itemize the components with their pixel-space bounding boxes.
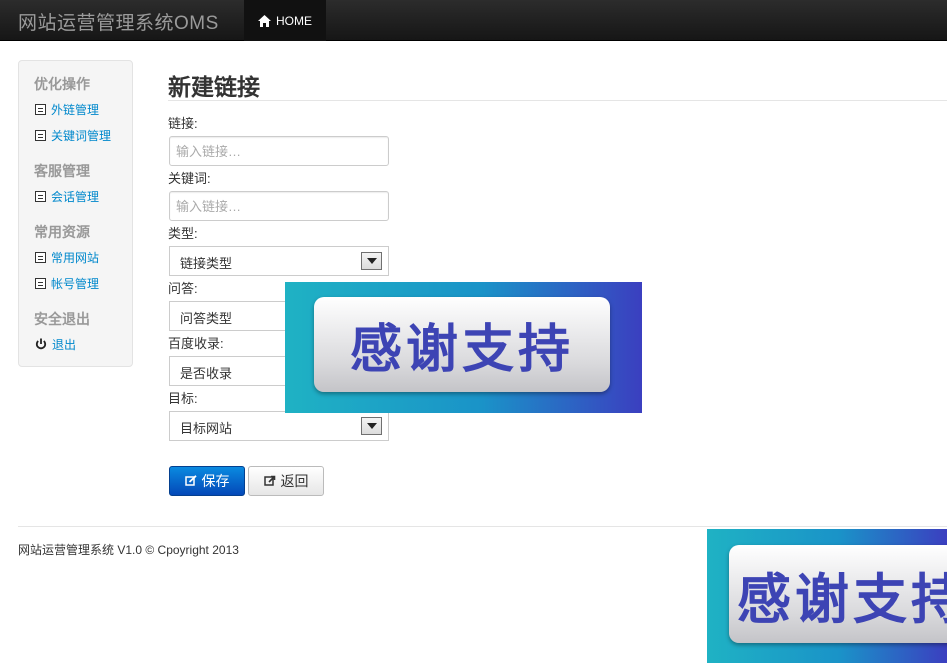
brand-title[interactable]: 网站运营管理系统OMS — [18, 8, 219, 35]
page-title: 新建链接 — [168, 74, 260, 100]
power-icon — [35, 338, 47, 350]
qa-label: 问答: — [168, 281, 198, 296]
sidebar: 优化操作 外链管理 关键词管理 客服管理 会话管理 常用资源 常用网站 帐号管理… — [18, 60, 133, 367]
sidebar-header-logout: 安全退出 — [34, 311, 90, 327]
target-select[interactable]: 目标网站 — [169, 411, 389, 441]
sidebar-item-sessions[interactable]: 会话管理 — [35, 187, 99, 205]
type-label: 类型: — [168, 226, 198, 241]
sidebar-item-logout[interactable]: 退出 — [35, 335, 76, 353]
sidebar-header-customer-service: 客服管理 — [34, 163, 90, 179]
sidebar-item-accounts[interactable]: 帐号管理 — [35, 274, 99, 292]
thanks-banner-corner: 感谢支持 — [707, 529, 947, 663]
back-button-label: 返回 — [280, 473, 309, 489]
type-select-value: 链接类型 — [180, 256, 233, 271]
baidu-index-label: 百度收录: — [168, 336, 224, 351]
share-icon — [263, 475, 275, 486]
title-divider — [168, 100, 947, 101]
sidebar-item-label: 关键词管理 — [51, 128, 112, 143]
home-icon — [258, 14, 271, 27]
target-select-value: 目标网站 — [180, 421, 233, 436]
list-icon — [35, 277, 46, 289]
keyword-label: 关键词: — [168, 171, 211, 186]
sidebar-item-keywords[interactable]: 关键词管理 — [35, 126, 111, 144]
sidebar-item-label: 常用网站 — [51, 250, 100, 265]
list-icon — [35, 251, 46, 263]
thanks-banner-text: 感谢支持 — [314, 297, 610, 392]
link-input[interactable] — [169, 136, 389, 166]
sidebar-item-label: 帐号管理 — [51, 276, 100, 291]
footer-copyright: 网站运营管理系统 V1.0 © Cpoyright 2013 — [18, 543, 239, 557]
thanks-banner: 感谢支持 — [285, 282, 642, 413]
nav-home-link[interactable]: HOME — [244, 0, 326, 41]
sidebar-header-optimization: 优化操作 — [34, 76, 90, 92]
sidebar-item-label: 外链管理 — [51, 102, 100, 117]
target-label: 目标: — [168, 391, 198, 406]
sidebar-item-websites[interactable]: 常用网站 — [35, 248, 99, 266]
baidu-index-select-value: 是否收录 — [180, 366, 233, 381]
list-icon — [35, 103, 46, 115]
list-icon — [35, 129, 46, 141]
keyword-input[interactable] — [169, 191, 389, 221]
top-navbar: 网站运营管理系统OMS HOME — [0, 0, 947, 41]
link-label: 链接: — [168, 116, 198, 131]
type-select[interactable]: 链接类型 — [169, 246, 389, 276]
qa-select-value: 问答类型 — [180, 311, 233, 326]
sidebar-item-label: 会话管理 — [51, 189, 100, 204]
back-button[interactable]: 返回 — [248, 466, 324, 496]
footer-divider — [18, 526, 947, 527]
dropdown-arrow-icon[interactable] — [361, 417, 382, 435]
nav-home-label: HOME — [276, 13, 312, 28]
save-button-label: 保存 — [201, 473, 230, 489]
thanks-banner-corner-text: 感谢支持 — [729, 545, 947, 643]
sidebar-header-resources: 常用资源 — [34, 224, 90, 240]
list-icon — [35, 190, 46, 202]
sidebar-item-backlinks[interactable]: 外链管理 — [35, 100, 99, 118]
dropdown-arrow-icon[interactable] — [361, 252, 382, 270]
sidebar-item-label: 退出 — [52, 337, 77, 352]
save-button[interactable]: 保存 — [169, 466, 245, 496]
edit-icon — [184, 475, 197, 486]
